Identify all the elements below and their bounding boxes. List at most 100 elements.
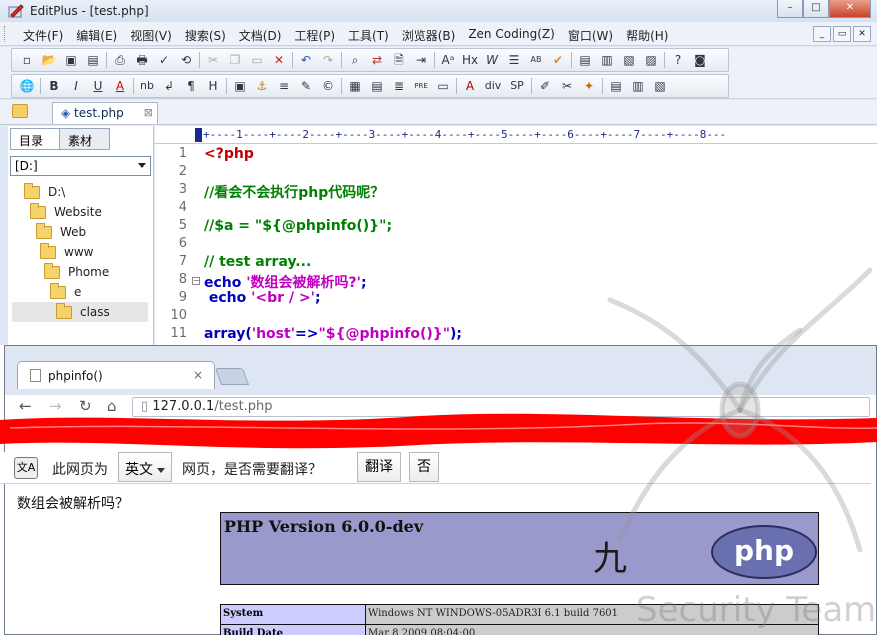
edit-icon[interactable]: ✎ [295, 76, 317, 96]
close-icon[interactable]: × [193, 368, 203, 382]
close-button[interactable]: ✕ [829, 0, 871, 18]
frameset-icon[interactable]: ▥ [627, 76, 649, 96]
language-select[interactable]: 英文 [118, 452, 172, 482]
tab-test-php[interactable]: ◈ test.php ⊠ [52, 102, 158, 124]
code-editor[interactable]: +----1----+----2----+----3----+----4----… [155, 126, 877, 345]
script-icon[interactable]: ✂ [556, 76, 578, 96]
open-folder-icon[interactable]: 📂 [38, 50, 60, 70]
spellcheck-icon[interactable]: ✓ [153, 50, 175, 70]
replace-icon[interactable]: ⇄ [366, 50, 388, 70]
context-help-icon[interactable]: ? [667, 50, 689, 70]
frame-icon[interactable]: ▤ [605, 76, 627, 96]
folder-icon[interactable] [12, 104, 28, 118]
tree-item-www[interactable]: www [40, 242, 93, 262]
menu-edit[interactable]: 编辑(E) [69, 27, 123, 44]
comment-icon[interactable]: ▭ [432, 76, 454, 96]
user-tool-icon[interactable]: ◙ [689, 50, 711, 70]
mdi-restore-button[interactable]: ▭ [833, 26, 851, 42]
italic-icon[interactable]: I [65, 76, 87, 96]
cliptext-window-icon[interactable]: ▤ [574, 50, 596, 70]
horizontal-rule-icon[interactable]: ≡ [273, 76, 295, 96]
new-file-icon[interactable]: ▫ [16, 50, 38, 70]
font-icon[interactable]: Aᵃ [437, 50, 459, 70]
center-icon[interactable]: ≣ [388, 76, 410, 96]
menu-browser[interactable]: 浏览器(B) [395, 27, 462, 44]
style-icon[interactable]: ✦ [578, 76, 600, 96]
nbsp-icon[interactable]: nb [136, 76, 158, 96]
menu-zen-coding[interactable]: Zen Coding(Z) [461, 27, 561, 44]
heading-icon[interactable]: H [202, 76, 224, 96]
font-tag-icon[interactable]: A [459, 76, 481, 96]
underline-icon[interactable]: U [87, 76, 109, 96]
tree-item-class[interactable]: class [12, 302, 148, 322]
menu-file[interactable]: 文件(F) [16, 27, 69, 44]
menu-help[interactable]: 帮助(H) [619, 27, 674, 44]
tree-item-web[interactable]: Web [36, 222, 86, 242]
tree-item-website[interactable]: Website [30, 202, 102, 222]
menu-search[interactable]: 搜索(S) [178, 27, 232, 44]
menu-window[interactable]: 窗口(W) [561, 27, 619, 44]
minimize-button[interactable]: – [777, 0, 803, 18]
tree-item-phome[interactable]: Phome [44, 262, 109, 282]
iframe-icon[interactable]: ▧ [649, 76, 671, 96]
tree-item-e[interactable]: e [50, 282, 81, 302]
goto-line-icon[interactable]: ⇥ [410, 50, 432, 70]
code-area[interactable]: <?php //看会不会执行php代码呢？ //$a = "${@phpinfo… [204, 146, 877, 345]
directory-window-icon[interactable]: ▥ [596, 50, 618, 70]
redo-icon[interactable]: ↷ [317, 50, 339, 70]
line-number-icon[interactable]: ☰ [503, 50, 525, 70]
column-select-icon[interactable]: AB [525, 50, 547, 70]
span-icon[interactable]: SP [505, 76, 529, 96]
translate-button[interactable]: 翻译 [357, 452, 401, 482]
mdi-minimize-button[interactable]: _ [813, 26, 831, 42]
find-icon[interactable]: ⌕ [344, 50, 366, 70]
globe-icon[interactable]: 🌐 [16, 76, 38, 96]
paragraph-icon[interactable]: ¶ [180, 76, 202, 96]
copyright-icon[interactable]: © [317, 76, 339, 96]
line-break-icon[interactable]: ↲ [158, 76, 180, 96]
line-number-gutter: 1 2 3 4 5 6 7 8 − 9 10 11 [155, 146, 203, 345]
hex-icon[interactable]: Hx [459, 50, 481, 70]
undo-icon[interactable]: ↶ [295, 50, 317, 70]
tab-directory[interactable]: 目录 [10, 128, 60, 150]
mdi-close-button[interactable]: ✕ [853, 26, 871, 42]
tree-item-d[interactable]: D:\ [24, 182, 65, 202]
tab-close-icon[interactable]: ⊠ [144, 103, 153, 123]
php-logo: php [711, 525, 817, 579]
paste-icon[interactable]: ▭ [246, 50, 268, 70]
new-tab-button[interactable] [214, 368, 250, 385]
print-preview-icon[interactable]: ⎙ [109, 50, 131, 70]
cut-icon[interactable]: ✂ [202, 50, 224, 70]
pre-icon[interactable]: PRE [410, 76, 432, 96]
menu-document[interactable]: 文档(D) [232, 27, 288, 44]
tab-cliptext[interactable]: 素材 [60, 128, 110, 150]
fullscreen-icon[interactable]: ▨ [640, 50, 662, 70]
word-wrap-icon[interactable]: W [481, 50, 503, 70]
check-icon[interactable]: ✔ [547, 50, 569, 70]
maximize-button[interactable]: □ [803, 0, 829, 18]
menu-tools[interactable]: 工具(T) [341, 27, 395, 44]
drive-select[interactable]: [D:] [10, 156, 151, 176]
table-icon[interactable]: ▦ [344, 76, 366, 96]
fold-marker-icon[interactable]: − [192, 277, 200, 285]
copy-icon[interactable]: ❐ [224, 50, 246, 70]
find-in-files-icon[interactable]: 🗎 [388, 50, 410, 70]
output-window-icon[interactable]: ▧ [618, 50, 640, 70]
form-icon[interactable]: ✐ [534, 76, 556, 96]
div-icon[interactable]: div [481, 76, 505, 96]
toolbar-separator [292, 52, 293, 68]
save-icon[interactable]: ▣ [60, 50, 82, 70]
print-icon[interactable]: 🖶 [131, 50, 153, 70]
image-icon[interactable]: ▣ [229, 76, 251, 96]
no-button[interactable]: 否 [409, 452, 439, 482]
list-icon[interactable]: ▤ [366, 76, 388, 96]
font-color-icon[interactable]: A [109, 76, 131, 96]
menu-project[interactable]: 工程(P) [287, 27, 341, 44]
menu-view[interactable]: 视图(V) [123, 27, 178, 44]
save-all-icon[interactable]: ▤ [82, 50, 104, 70]
bold-icon[interactable]: B [43, 76, 65, 96]
delete-icon[interactable]: ✕ [268, 50, 290, 70]
browser-tab[interactable]: phpinfo() × [17, 361, 215, 389]
anchor-icon[interactable]: ⚓ [251, 76, 273, 96]
browser-preview-icon[interactable]: ⟲ [175, 50, 197, 70]
